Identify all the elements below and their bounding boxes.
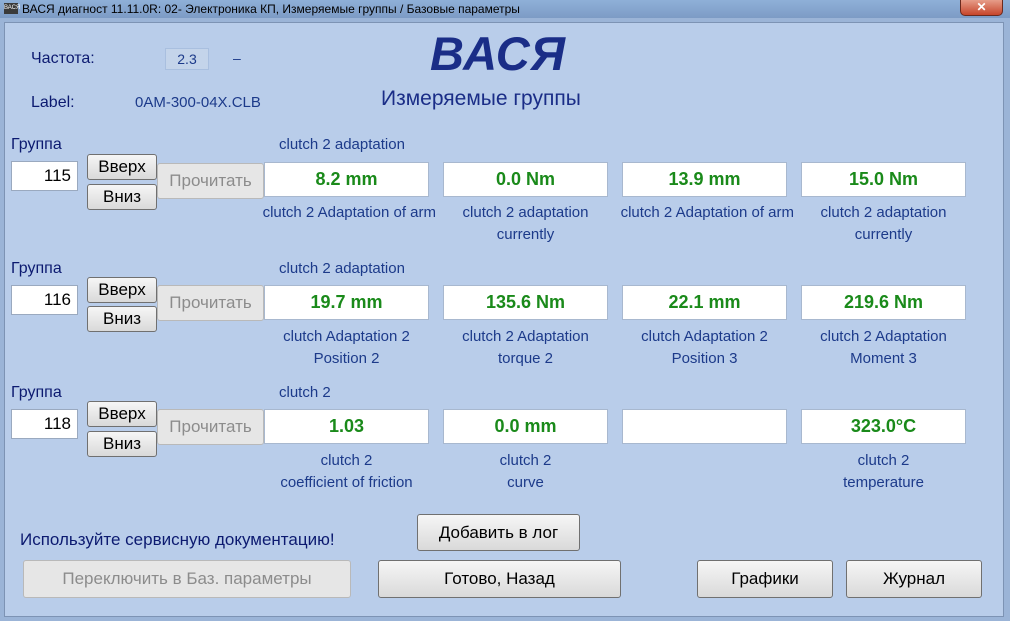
app-logo: ВАСЯ — [430, 27, 566, 80]
value-field: 1.03 — [264, 409, 429, 444]
label-value: 0AM-300-04X.CLB — [135, 94, 261, 111]
value-field: 135.6 Nm — [443, 285, 608, 320]
value-field: 323.0°C — [801, 409, 966, 444]
value-description: clutch 2 Adaptation torque 2 — [462, 328, 589, 367]
switch-basic-settings-button[interactable]: Переключить в Баз. параметры — [23, 560, 351, 598]
value-description: clutch 2 curve — [499, 452, 552, 491]
value-field: 19.7 mm — [264, 285, 429, 320]
group-heading: clutch 2 adaptation — [279, 260, 405, 277]
value-description: clutch 2 Adaptation Moment 3 — [820, 328, 947, 367]
value-description: clutch 2 temperature — [843, 452, 924, 491]
value-description: clutch Adaptation 2 Position 2 — [283, 328, 410, 367]
down-button[interactable]: Вниз — [87, 431, 157, 457]
group-heading: clutch 2 — [279, 384, 331, 401]
group-number-input[interactable]: 118 — [11, 409, 78, 439]
group-heading: clutch 2 adaptation — [279, 136, 405, 153]
label-caption: Label: — [31, 94, 75, 111]
service-warning: Используйте сервисную документацию! — [20, 530, 335, 549]
down-button[interactable]: Вниз — [87, 306, 157, 332]
app-icon: ВАСЯ — [4, 3, 20, 14]
value-description: clutch 2 adaptation currently — [820, 204, 947, 243]
add-to-log-button[interactable]: Добавить в лог — [417, 514, 580, 551]
graphs-button[interactable]: Графики — [697, 560, 833, 598]
value-field: 22.1 mm — [622, 285, 787, 320]
close-button[interactable]: ✕ — [960, 0, 1003, 16]
read-button[interactable]: Прочитать — [157, 409, 264, 445]
value-field: 13.9 mm — [622, 162, 787, 197]
value-description: clutch 2 Adaptation of arm — [262, 204, 436, 221]
frequency-dash: – — [233, 50, 241, 66]
down-button[interactable]: Вниз — [87, 184, 157, 210]
value-field — [622, 409, 787, 444]
value-field: 0.0 Nm — [443, 162, 608, 197]
value-field: 15.0 Nm — [801, 162, 966, 197]
group-label: Группа — [11, 136, 62, 153]
done-back-button[interactable]: Готово, Назад — [378, 560, 621, 598]
title-bar: ВАСЯ ВАСЯ диагност 11.11.0R: 02- Электро… — [0, 0, 1010, 18]
frequency-value: 2.3 — [165, 48, 209, 70]
value-field: 219.6 Nm — [801, 285, 966, 320]
group-label: Группа — [11, 260, 62, 277]
up-button[interactable]: Вверх — [87, 154, 157, 180]
group-label: Группа — [11, 384, 62, 401]
value-description: clutch 2 coefficient of friction — [280, 452, 413, 491]
value-description: clutch Adaptation 2 Position 3 — [641, 328, 768, 367]
group-number-input[interactable]: 115 — [11, 161, 78, 191]
journal-button[interactable]: Журнал — [846, 560, 982, 598]
page-title: Измеряемые группы — [381, 87, 581, 110]
frequency-label: Частота: — [31, 50, 95, 67]
value-field: 8.2 mm — [264, 162, 429, 197]
up-button[interactable]: Вверх — [87, 401, 157, 427]
up-button[interactable]: Вверх — [87, 277, 157, 303]
window-title: ВАСЯ диагност 11.11.0R: 02- Электроника … — [22, 2, 520, 16]
read-button[interactable]: Прочитать — [157, 163, 264, 199]
value-field: 0.0 mm — [443, 409, 608, 444]
value-description: clutch 2 adaptation currently — [462, 204, 589, 243]
read-button[interactable]: Прочитать — [157, 285, 264, 321]
group-number-input[interactable]: 116 — [11, 285, 78, 315]
value-description: clutch 2 Adaptation of arm — [620, 204, 794, 221]
